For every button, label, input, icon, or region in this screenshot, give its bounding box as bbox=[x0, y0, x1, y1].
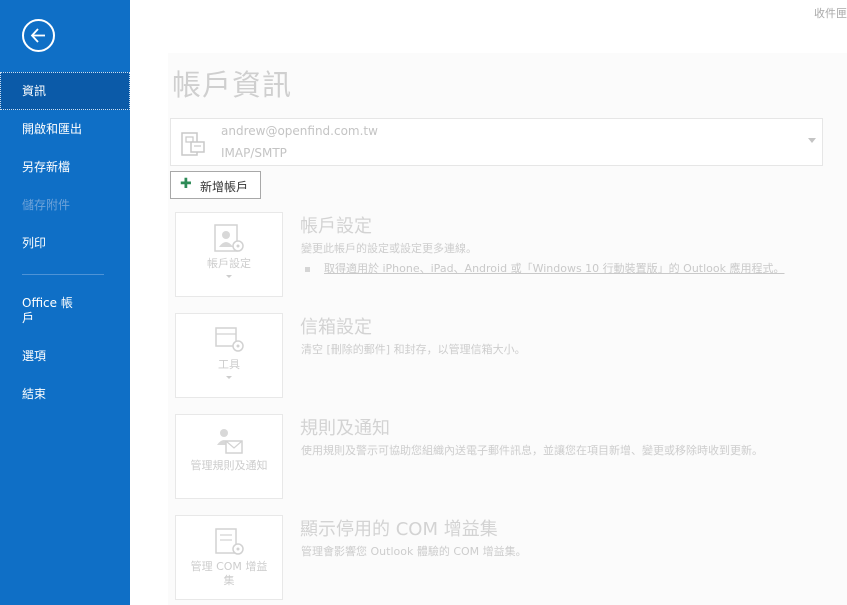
manage-rules-tile-label: 管理規則及通知 bbox=[190, 459, 268, 472]
add-account-button[interactable]: ✚ 新增帳戶 bbox=[170, 171, 261, 199]
chevron-down-icon bbox=[226, 275, 232, 278]
section-description: 使用規則及警示可協助您組織內送電子郵件訊息，並讓您在項目新增、變更或移除時收到更… bbox=[301, 444, 763, 457]
manage-com-addins-tile-label: 管理 COM 增益 集 bbox=[190, 560, 268, 587]
sidebar-item-options[interactable]: 選項 bbox=[0, 349, 130, 364]
section-rules-alerts: 管理規則及通知 規則及通知 使用規則及警示可協助您組織內送電子郵件訊息，並讓您在… bbox=[175, 414, 815, 500]
sidebar-item-save-attachments: 儲存附件 bbox=[22, 198, 71, 212]
outlook-mobile-link-text[interactable]: 取得適用於 iPhone、iPad、Android 或「Windows 10 行… bbox=[324, 262, 784, 275]
account-email: andrew@openfind.com.tw bbox=[221, 124, 378, 138]
section-title: 規則及通知 bbox=[300, 418, 390, 439]
account-settings-icon bbox=[212, 223, 246, 259]
account-settings-button[interactable]: 帳戶設定 bbox=[175, 212, 283, 297]
page-title: 帳戶資訊 bbox=[172, 68, 293, 102]
section-title: 顯示停用的 COM 增益集 bbox=[300, 519, 498, 540]
rules-alerts-icon bbox=[212, 425, 246, 461]
sidebar-item-office-account[interactable]: Office 帳 戶 bbox=[0, 296, 100, 326]
sidebar-item-print[interactable]: 列印 bbox=[0, 236, 130, 251]
add-account-label: 新增帳戶 bbox=[200, 180, 249, 194]
bullet-icon bbox=[305, 266, 310, 272]
com-addins-icon bbox=[212, 526, 246, 562]
sidebar-item-exit[interactable]: 結束 bbox=[0, 387, 130, 402]
folder-label: 收件匣 bbox=[814, 7, 847, 20]
outlook-mobile-link[interactable]: 取得適用於 iPhone、iPad、Android 或「Windows 10 行… bbox=[301, 260, 784, 276]
sidebar-item-info[interactable]: 資訊 bbox=[0, 72, 130, 110]
section-title: 帳戶設定 bbox=[300, 216, 372, 237]
manage-rules-button[interactable]: 管理規則及通知 bbox=[175, 414, 283, 499]
plus-icon: ✚ bbox=[180, 176, 192, 192]
tools-button[interactable]: 工具 bbox=[175, 313, 283, 398]
backstage-sidebar: 資訊 開啟和匯出 另存新檔 儲存附件 列印 Office 帳 戶 選項 結束 bbox=[0, 0, 130, 605]
sidebar-item-save-as[interactable]: 另存新檔 bbox=[0, 160, 130, 175]
account-icon bbox=[180, 129, 208, 163]
section-mailbox-settings: 工具 信箱設定 清空 [刪除的郵件] 和封存，以管理信箱大小。 bbox=[175, 313, 815, 399]
chevron-down-icon bbox=[226, 376, 232, 379]
tools-tile-label: 工具 bbox=[218, 358, 240, 371]
chevron-down-icon bbox=[808, 138, 816, 143]
section-description: 清空 [刪除的郵件] 和封存，以管理信箱大小。 bbox=[301, 343, 526, 356]
account-type: IMAP/SMTP bbox=[221, 146, 287, 160]
account-selector[interactable]: andrew@openfind.com.tw IMAP/SMTP bbox=[170, 118, 823, 166]
back-arrow-icon[interactable] bbox=[22, 19, 55, 52]
section-account-settings: 帳戶設定 帳戶設定 變更此帳戶的設定或設定更多連線。 取得適用於 iPhone、… bbox=[175, 212, 815, 298]
section-description: 管理會影響您 Outlook 體驗的 COM 增益集。 bbox=[301, 545, 527, 558]
account-settings-tile-label: 帳戶設定 bbox=[207, 257, 251, 270]
section-description: 變更此帳戶的設定或設定更多連線。 bbox=[301, 242, 477, 255]
main-content: 收件匣 帳戶資訊 andrew@openfind.com.tw IMAP/SMT… bbox=[130, 0, 847, 605]
sidebar-divider bbox=[22, 274, 104, 275]
manage-com-addins-button[interactable]: 管理 COM 增益 集 bbox=[175, 515, 283, 600]
sidebar-item-open-export[interactable]: 開啟和匯出 bbox=[0, 122, 130, 137]
tools-icon bbox=[212, 324, 246, 360]
section-title: 信箱設定 bbox=[300, 317, 372, 338]
section-com-addins: 管理 COM 增益 集 顯示停用的 COM 增益集 管理會影響您 Outlook… bbox=[175, 515, 815, 601]
